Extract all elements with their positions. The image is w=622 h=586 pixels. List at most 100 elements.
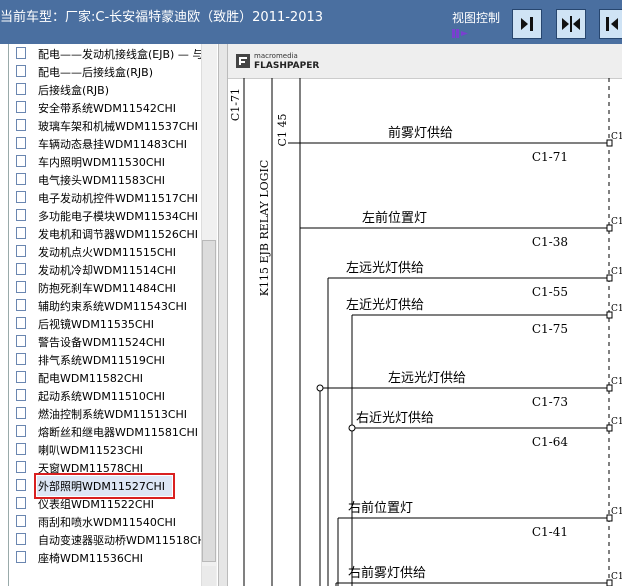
prev-page-button[interactable] [599,9,622,39]
splice-node [348,424,356,432]
tree-item-label: 配电WDM11582CHI [38,372,144,385]
right-connector-label: C13 [611,377,622,387]
tree-item-label: 电气接头WDM11583CHI [38,174,166,187]
connector-left-a: C1-71 [229,88,242,121]
document-icon [16,65,26,77]
tree-item-label: 后视镜WDM11535CHI [38,318,155,331]
tree-connector-line [8,44,9,586]
wire-label: 右近光灯供给 [356,411,434,426]
pin-terminal [606,311,613,319]
tree-item-label: 雨刮和喷水WDM11540CHI [38,516,177,529]
tree-item-label: 排气系统WDM11519CHI [38,354,166,367]
document-icon [16,335,26,347]
pin-code: C1-38 [532,235,568,249]
document-icon [16,353,26,365]
document-icon [16,317,26,329]
tree-item-label: 玻璃车架和机械WDM11537CHI [38,120,199,133]
brand-big-text: FLASHPAPER [254,61,320,71]
pin-code: C1-55 [532,285,568,299]
wire-label: 左远光灯供给 [346,261,424,276]
tree-item-label: 配电——发动机接线盒(EJB) — 与 [38,48,204,61]
pin-code: C1-71 [532,150,568,164]
tree-item-label: 安全带系统WDM11542CHI [38,102,177,115]
tree-item-label: 防抱死刹车WDM11484CHI [38,282,177,295]
right-connector-label: C18 [611,507,622,517]
tree-item-label: 发动机冷却WDM11514CHI [38,264,177,277]
tree-item-label: 辅助约束系统WDM11543CHI [38,300,188,313]
fit-page-button[interactable] [512,9,542,39]
tree-item-label: 电子发动机控件WDM11517CHI [38,192,199,205]
document-icon [16,371,26,383]
document-viewer[interactable]: macromedia FLASHPAPER C1-71 C1 45 K115 E… [228,44,622,586]
splice-node [316,384,324,392]
selected-item-outline [34,473,175,499]
tree-item-label: 多功能电子模块WDM11534CHI [38,210,199,223]
tree-item-label: 熔断丝和继电器WDM11581CHI [38,426,199,439]
module-label: K115 EJB RELAY LOGIC [258,160,271,296]
document-icon [16,425,26,437]
tree-item-label: 喇叭WDM11523CHI [38,444,144,457]
fit-page-icon [521,17,533,31]
document-icon [16,461,26,473]
wire-label: 右前雾灯供给 [348,565,426,581]
scroll-down-button[interactable] [202,566,216,586]
car-model-title: 当前车型：厂家:C-长安福特蒙迪欧（致胜）2011-2013 [0,10,324,25]
panel-splitter[interactable] [218,44,228,586]
tree-item-label: 座椅WDM11536CHI [38,552,144,565]
document-icon [16,173,26,185]
flashpaper-logo-icon [236,54,250,68]
document-icon [16,281,26,293]
document-icon [16,299,26,311]
document-icon [16,479,26,491]
tree-item-label: 发电机和调节器WDM11526CHI [38,228,199,241]
pin-terminal [606,224,613,232]
pin-code: C1-73 [532,395,568,409]
right-connector-label: C18 [611,572,622,582]
wire-label: 左近光灯供给 [346,298,424,313]
document-icon [16,245,26,257]
document-icon [16,137,26,149]
pin-terminal [606,139,613,147]
right-connector-label: C1 [611,304,622,314]
pin-terminal [606,424,613,432]
tree-item-label: 车内照明WDM11530CHI [38,156,166,169]
wire-label: 前雾灯供给 [388,125,453,141]
tree-scrollbar-thumb[interactable] [202,240,216,562]
document-icon [16,389,26,401]
pin-code: C1-41 [532,525,568,539]
tree-item-label: 燃油控制系统WDM11513CHI [38,408,188,421]
document-icon [16,551,26,563]
connector-left-b: C1 45 [276,114,289,147]
document-icon [16,533,26,545]
wiring-diagram: C1-71 C1 45 K115 EJB RELAY LOGIC 前雾灯供给 C1… [229,78,622,586]
document-icon [16,155,26,167]
document-icon [16,83,26,95]
wire-label: 右前位置灯 [348,500,413,516]
top-bar: 当前车型：厂家:C-长安福特蒙迪欧（致胜）2011-2013 视图控制 [0,0,622,44]
viewer-header: macromedia FLASHPAPER [228,44,622,79]
view-control-label: 视图控制 [452,11,501,25]
tree-item-label: 起动系统WDM11510CHI [38,390,166,403]
right-connector-label: C1 [611,267,622,277]
right-connector-label: C13 [611,417,622,427]
right-connector-label: C1 [611,132,622,142]
document-icon [16,101,26,113]
view-mode-icon[interactable] [452,27,470,39]
document-icon [16,443,26,455]
tree-item-label: 自动变速器驱动桥WDM11518CHI [38,534,210,547]
document-icon [16,515,26,527]
pin-terminal [606,514,613,522]
document-icon [16,227,26,239]
pin-terminal [606,274,613,282]
tree-item-label: 后接线盒(RJB) [38,84,110,97]
pin-terminal [606,579,613,586]
document-icon [16,119,26,131]
pin-code: C1-64 [532,435,569,449]
fit-width-button[interactable] [556,9,586,39]
document-icon [16,209,26,221]
document-icon [16,497,26,509]
prev-page-icon [606,17,618,31]
document-icon [16,47,26,59]
document-icon [16,263,26,275]
tree-item-label: 车辆动态悬挂WDM11483CHI [38,138,188,151]
